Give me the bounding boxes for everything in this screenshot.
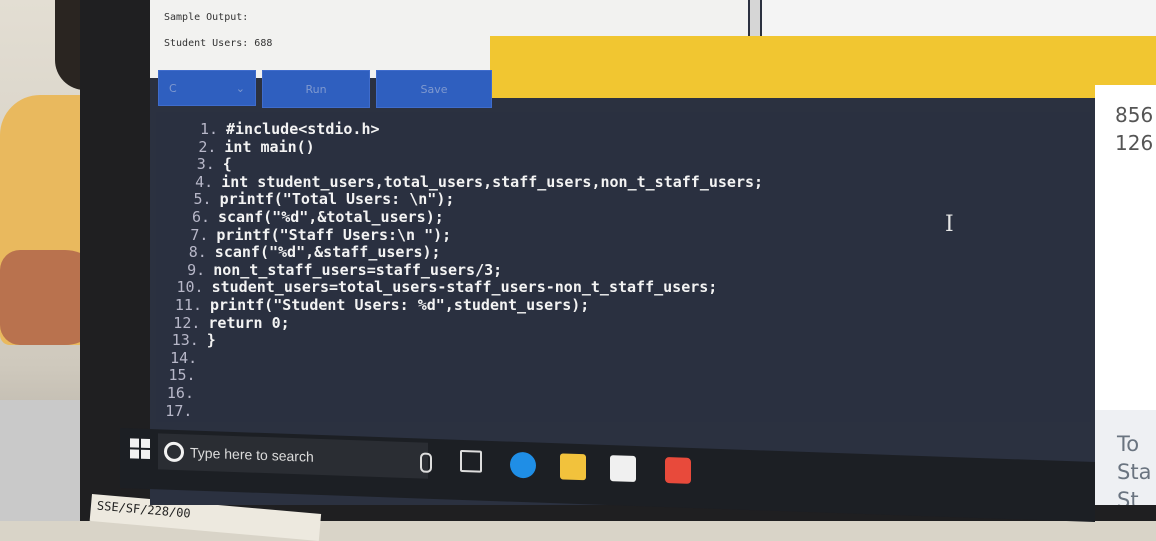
editor-toolbar: C ⌄ Run Save <box>158 70 492 108</box>
taskbar-search-box[interactable]: Type here to search <box>158 433 428 479</box>
code-text: } <box>206 331 216 350</box>
line-number: 8. <box>188 243 207 262</box>
line-number: 11. <box>174 296 202 314</box>
output-value-1: 856 <box>1115 103 1154 127</box>
output-text-1: To <box>1117 432 1140 456</box>
sample-output-value: Student Users: 688 <box>164 38 273 49</box>
line-number: 10. <box>176 278 204 297</box>
code-line[interactable]: 4. int student_users,total_users,staff_us… <box>177 173 763 191</box>
code-text: printf("Staff Users:\n "); <box>216 225 452 244</box>
code-text: { <box>222 155 232 174</box>
output-text-2: Sta <box>1117 460 1152 484</box>
output-text-3: St <box>1117 488 1139 505</box>
code-text: return 0; <box>208 313 290 332</box>
app-icon[interactable] <box>665 457 691 484</box>
line-number: 1. <box>199 120 218 138</box>
code-line[interactable]: 15. <box>160 366 204 384</box>
output-lower-pane: To Sta St <box>1095 410 1156 505</box>
code-text: scanf("%d",&staff_users); <box>214 243 441 262</box>
code-line[interactable]: 11. printf("Student Users: %d",student_us… <box>166 296 589 314</box>
accent-bar <box>490 36 1156 98</box>
code-line[interactable]: 6. scanf("%d",&total_users); <box>174 208 444 226</box>
line-number: 17. <box>165 401 193 420</box>
code-text: student_users=total_users-staff_users-no… <box>211 278 718 297</box>
windows-start-icon[interactable] <box>130 438 152 461</box>
code-text: printf("Total Users: \n"); <box>219 190 455 209</box>
save-button[interactable]: Save <box>376 70 492 108</box>
line-number: 14. <box>170 348 198 367</box>
code-text: #include<stdio.h> <box>226 120 380 138</box>
line-number: 15. <box>168 366 196 385</box>
run-button[interactable]: Run <box>262 70 370 108</box>
code-line[interactable]: 1. #include<stdio.h> <box>182 120 380 138</box>
code-line[interactable]: 10. student_users=total_users-staff_users… <box>168 278 718 296</box>
line-number: 3. <box>196 155 215 174</box>
output-value-2: 126 <box>1115 131 1154 155</box>
sample-output-label: Sample Output: <box>164 12 249 23</box>
code-line[interactable]: 5. printf("Total Users: \n"); <box>176 190 455 208</box>
line-number: 13. <box>171 331 199 350</box>
line-number: 7. <box>190 225 209 244</box>
language-select[interactable]: C ⌄ <box>158 70 256 106</box>
screen: Sample Output: Student Users: 688 > < C … <box>150 0 1156 505</box>
file-explorer-icon[interactable] <box>560 453 586 481</box>
code-line[interactable]: 12. return 0; <box>164 314 289 332</box>
line-number: 5. <box>193 190 212 209</box>
store-icon[interactable] <box>610 455 636 483</box>
code-line[interactable]: 3. { <box>179 155 232 173</box>
chevron-down-icon: ⌄ <box>235 81 245 95</box>
code-line[interactable]: 2. int main() <box>180 138 314 156</box>
code-text: non_t_staff_users=staff_users/3; <box>213 260 503 279</box>
code-line[interactable]: 13.} <box>163 331 216 349</box>
code-text: scanf("%d",&total_users); <box>218 208 444 226</box>
language-select-value: C <box>169 81 177 95</box>
text-cursor-icon: I <box>945 212 954 237</box>
task-view-icon[interactable] <box>460 449 482 473</box>
line-number: 6. <box>191 208 210 226</box>
code-line[interactable]: 7. printf("Staff Users:\n "); <box>172 226 451 244</box>
search-placeholder: Type here to search <box>190 444 314 465</box>
cortana-icon <box>164 441 184 463</box>
line-number: 4. <box>195 172 214 191</box>
microphone-icon[interactable] <box>420 452 432 473</box>
code-text: int main() <box>224 137 315 156</box>
code-editor[interactable]: 1. #include<stdio.h> 2. int main() 3. {4. int … <box>156 112 1091 422</box>
code-line[interactable]: 14. <box>161 349 205 367</box>
code-line[interactable]: 17. <box>156 402 200 420</box>
code-line[interactable]: 9. non_t_staff_users=staff_users/3; <box>169 261 502 279</box>
line-number: 12. <box>173 313 201 332</box>
edge-browser-icon[interactable] <box>510 451 536 479</box>
code-text: printf("Student Users: %d",student_users… <box>210 296 590 314</box>
code-line[interactable]: 8. scanf("%d",&staff_users); <box>171 243 441 261</box>
code-text: int student_users,total_users,staff_user… <box>221 172 764 191</box>
code-line[interactable]: 16. <box>158 384 202 402</box>
line-number: 16. <box>166 384 194 402</box>
line-number: 2. <box>198 137 217 156</box>
line-number: 9. <box>187 260 206 279</box>
